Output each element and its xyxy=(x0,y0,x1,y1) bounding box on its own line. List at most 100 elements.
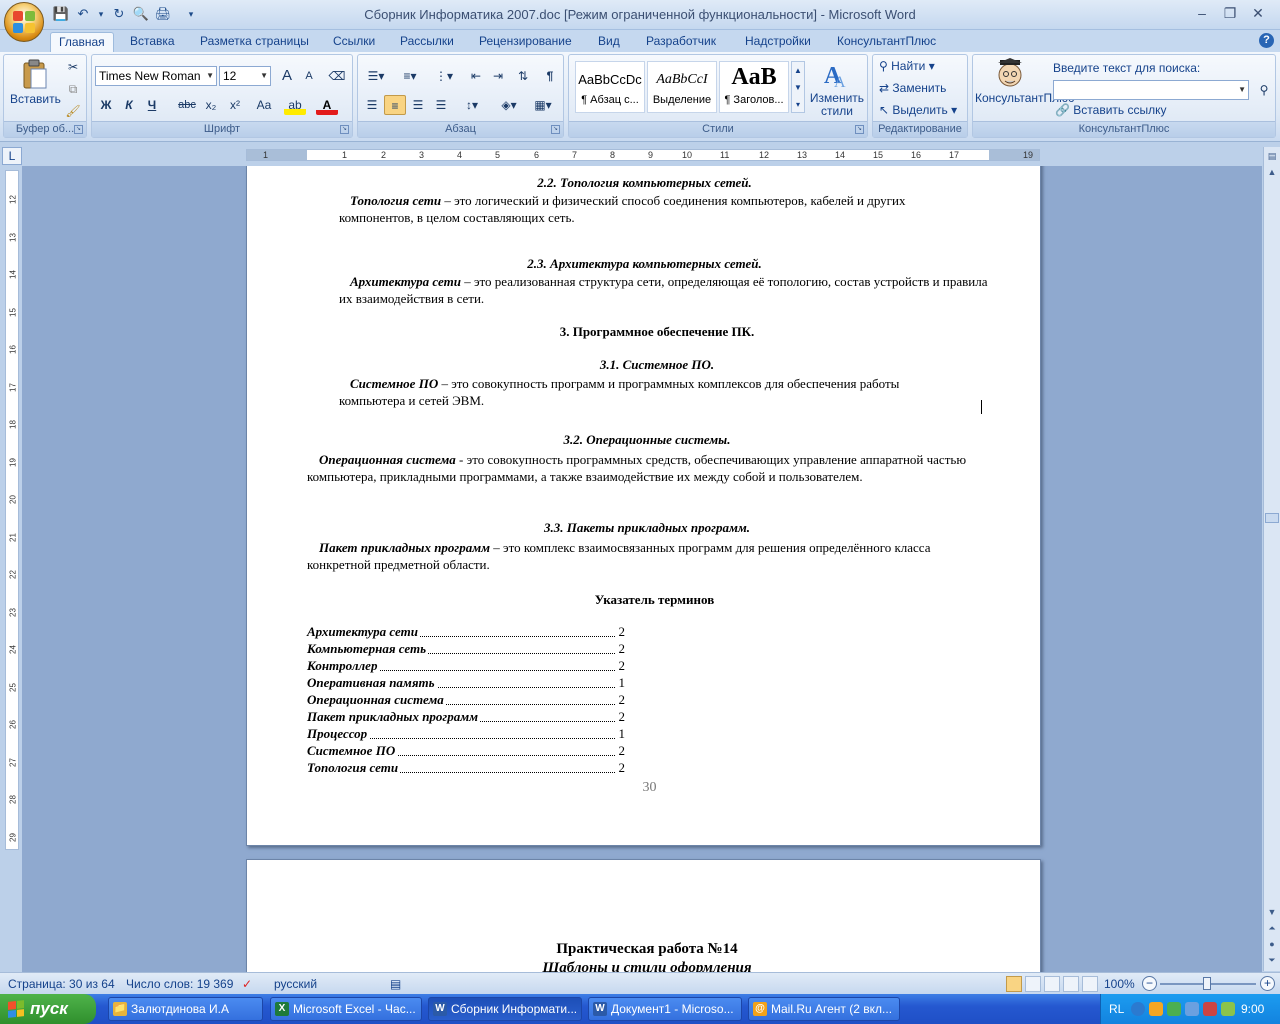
tab-review[interactable]: Рецензирование xyxy=(471,32,580,52)
grow-font-button[interactable]: A xyxy=(276,66,298,86)
volume-tray-icon[interactable] xyxy=(1185,1002,1199,1016)
restore-button[interactable]: ❐ xyxy=(1220,4,1240,22)
document-area[interactable]: 2.2. Топология компьютерных сетей. Топол… xyxy=(22,166,1262,972)
find-button[interactable]: ⚲ Найти ▾ xyxy=(879,59,935,73)
styles-scroll[interactable]: ▲ ▼ ▾ xyxy=(791,61,805,113)
style-tile-emphasis[interactable]: AaBbCcI Выделение xyxy=(647,61,717,113)
shading-icon[interactable]: ◈▾ xyxy=(494,95,524,115)
underline-button[interactable]: Ч xyxy=(141,95,163,115)
tab-mailings[interactable]: Рассылки xyxy=(392,32,462,52)
word-count[interactable]: Число слов: 19 369 xyxy=(126,977,233,991)
page-31[interactable]: Практическая работа №14 Шаблоны и стили … xyxy=(246,859,1041,972)
zoom-slider-knob[interactable] xyxy=(1203,977,1211,990)
tab-consultantplus[interactable]: КонсультантПлюс xyxy=(829,32,944,52)
styles-launcher-icon[interactable]: ↘ xyxy=(855,125,864,134)
consultantplus-button[interactable]: КонсультантПлюс xyxy=(975,57,1074,104)
copy-icon[interactable]: ⧉ xyxy=(62,79,84,99)
taskbar-item[interactable]: X Microsoft Excel - Час... xyxy=(270,997,422,1021)
subscript-button[interactable]: x₂ xyxy=(200,95,222,115)
sort-icon[interactable]: ⇅ xyxy=(512,66,534,86)
format-painter-icon[interactable]: 🖌 xyxy=(62,101,84,121)
zoom-level[interactable]: 100% xyxy=(1104,977,1135,991)
taskbar-item[interactable]: @ Mail.Ru Агент (2 вкл... xyxy=(748,997,900,1021)
tab-page-layout[interactable]: Разметка страницы xyxy=(192,32,317,52)
clear-format-icon[interactable]: ⌫ xyxy=(326,66,348,86)
select-button[interactable]: ↖ Выделить ▾ xyxy=(879,103,957,117)
line-spacing-icon[interactable]: ↕▾ xyxy=(457,95,487,115)
start-button[interactable]: пуск xyxy=(0,994,96,1024)
font-launcher-icon[interactable]: ↘ xyxy=(340,125,349,134)
search-icon[interactable]: ⚲ xyxy=(1253,80,1275,100)
language[interactable]: русский xyxy=(274,977,317,991)
web-layout-icon[interactable] xyxy=(1044,976,1060,992)
tab-references[interactable]: Ссылки xyxy=(325,32,383,52)
zoom-out-button[interactable]: − xyxy=(1142,976,1157,991)
font-family-combo[interactable]: Times New Roman ▼ xyxy=(95,66,217,86)
previous-page-icon[interactable]: ⏶ xyxy=(1265,921,1279,935)
numbering-icon[interactable]: ≡▾ xyxy=(395,66,425,86)
minimize-button[interactable]: – xyxy=(1192,4,1212,22)
highlight-button[interactable]: ab xyxy=(284,95,306,115)
close-button[interactable]: ✕ xyxy=(1248,4,1268,22)
ruler-toggle-icon[interactable]: ▤ xyxy=(1265,149,1279,163)
increase-indent-icon[interactable]: ⇥ xyxy=(487,66,509,86)
office-button[interactable] xyxy=(4,2,44,42)
outline-icon[interactable] xyxy=(1063,976,1079,992)
tab-selector[interactable]: L xyxy=(2,147,22,165)
antivirus-tray-icon[interactable] xyxy=(1203,1002,1217,1016)
tab-addins[interactable]: Надстройки xyxy=(737,32,819,52)
font-color-button[interactable]: A xyxy=(316,95,338,115)
shrink-font-button[interactable]: A xyxy=(298,66,320,86)
browse-object-icon[interactable]: ● xyxy=(1265,937,1279,951)
mailru-tray-icon[interactable] xyxy=(1149,1002,1163,1016)
bullets-icon[interactable]: ☰▾ xyxy=(361,66,391,86)
change-case-button[interactable]: Aa xyxy=(250,95,278,115)
help-icon[interactable]: ? xyxy=(1259,33,1274,48)
macro-recording-icon[interactable]: ▤ xyxy=(390,977,401,991)
page-count[interactable]: Страница: 30 из 64 xyxy=(8,977,115,991)
horizontal-ruler[interactable]: 1 1 2 3 4 5 6 7 8 9 10 11 12 13 14 15 16 17 19 xyxy=(246,149,1040,161)
taskbar-item[interactable]: W Сборник Информати... xyxy=(428,997,582,1021)
scroll-up-icon[interactable]: ▲ xyxy=(1265,165,1279,179)
clock[interactable]: 9:00 xyxy=(1241,1002,1264,1016)
align-left-icon[interactable]: ☰ xyxy=(361,95,383,115)
clipboard-launcher-icon[interactable]: ↘ xyxy=(74,125,83,134)
justify-icon[interactable]: ☰ xyxy=(430,95,452,115)
show-marks-button[interactable]: ¶ xyxy=(539,66,561,86)
consultant-search-input[interactable]: ▼ xyxy=(1053,80,1249,100)
taskbar-item[interactable]: 📁 Залютдинова И.А xyxy=(108,997,263,1021)
draft-icon[interactable] xyxy=(1082,976,1098,992)
borders-icon[interactable]: ▦▾ xyxy=(528,95,558,115)
tab-view[interactable]: Вид xyxy=(590,32,628,52)
align-center-icon[interactable]: ≡ xyxy=(384,95,406,115)
align-right-icon[interactable]: ☰ xyxy=(407,95,429,115)
cut-icon[interactable]: ✂ xyxy=(62,57,84,77)
network-tray-icon[interactable] xyxy=(1167,1002,1181,1016)
keyboard-language[interactable]: RL xyxy=(1109,1002,1124,1016)
vertical-scrollbar[interactable]: ▤ ▲ ▼ ⏶ ● ⏷ xyxy=(1263,147,1280,971)
multilevel-list-icon[interactable]: ⋮▾ xyxy=(429,66,459,86)
scroll-thumb[interactable] xyxy=(1265,513,1279,523)
full-screen-reading-icon[interactable] xyxy=(1025,976,1041,992)
replace-button[interactable]: ⇄ Заменить xyxy=(879,81,946,95)
tab-insert[interactable]: Вставка xyxy=(122,32,183,52)
tray-arrow-icon[interactable] xyxy=(1131,1002,1145,1016)
next-page-icon[interactable]: ⏷ xyxy=(1265,953,1279,967)
security-tray-icon[interactable] xyxy=(1221,1002,1235,1016)
paste-button[interactable]: Вставить xyxy=(10,59,61,115)
tab-home[interactable]: Главная xyxy=(50,32,114,52)
zoom-in-button[interactable]: + xyxy=(1260,976,1275,991)
paragraph-launcher-icon[interactable]: ↘ xyxy=(551,125,560,134)
taskbar-item[interactable]: W Документ1 - Microso... xyxy=(588,997,742,1021)
scroll-down-icon[interactable]: ▼ xyxy=(1265,905,1279,919)
tab-developer[interactable]: Разработчик xyxy=(638,32,724,52)
decrease-indent-icon[interactable]: ⇤ xyxy=(465,66,487,86)
style-tile-heading[interactable]: AaB ¶ Заголов... xyxy=(719,61,789,113)
superscript-button[interactable]: x² xyxy=(224,95,246,115)
vertical-ruler[interactable]: 12 13 14 15 16 17 18 19 20 21 22 23 24 25 26 27 28 29 xyxy=(5,170,19,850)
bold-button[interactable]: Ж xyxy=(95,95,117,115)
page-30[interactable]: 2.2. Топология компьютерных сетей. Топол… xyxy=(246,166,1041,846)
strikethrough-button[interactable]: abc xyxy=(176,95,198,115)
italic-button[interactable]: К xyxy=(118,95,140,115)
change-styles-button[interactable]: A A Изменить стили xyxy=(809,59,865,118)
